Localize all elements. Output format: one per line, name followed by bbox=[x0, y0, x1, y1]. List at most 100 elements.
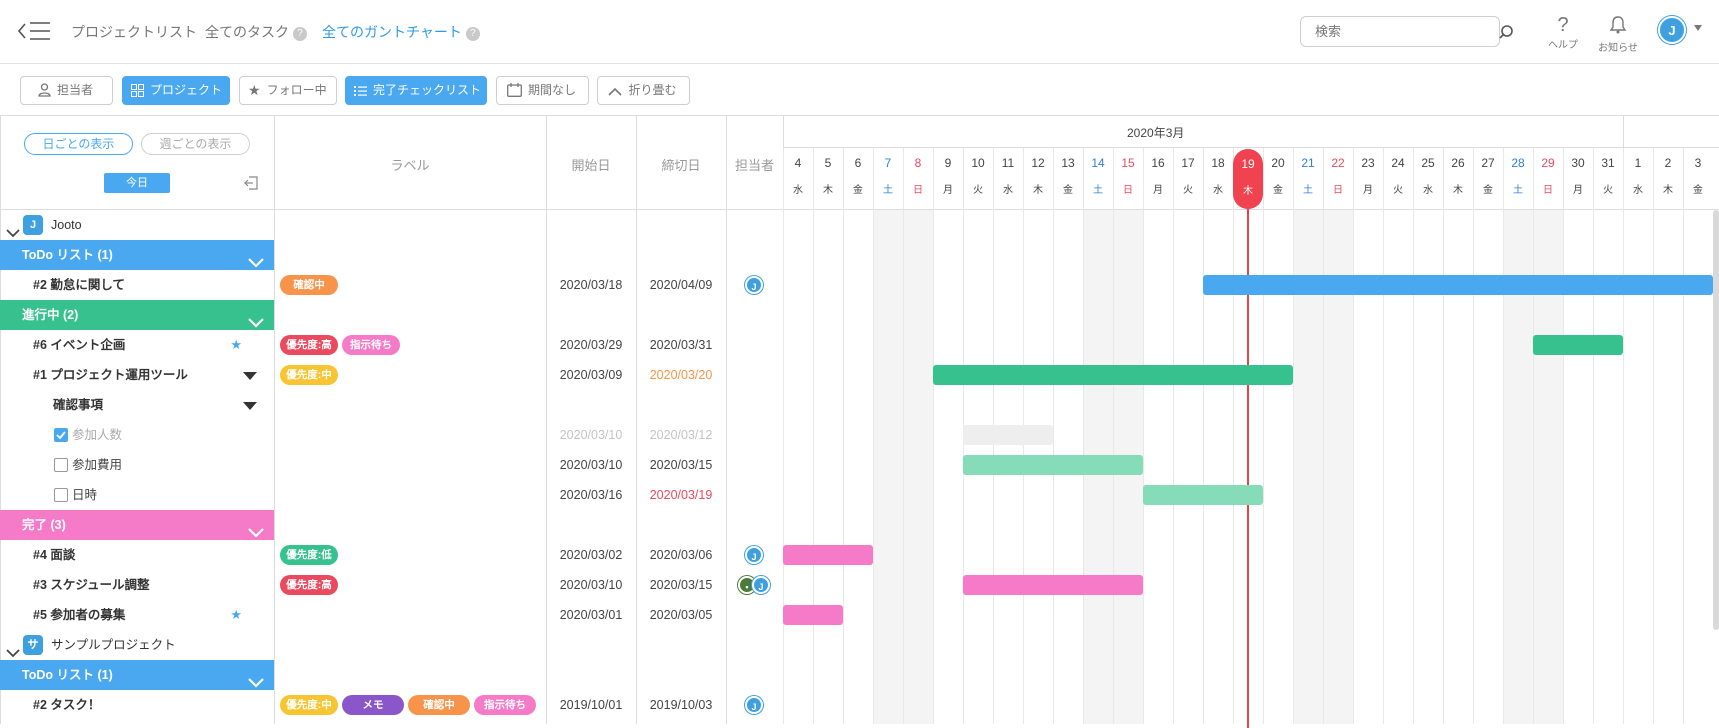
no-deadline-filter-button[interactable]: 期間なし bbox=[496, 76, 589, 105]
task-label[interactable]: 指示待ち bbox=[342, 335, 400, 355]
chevron-down-icon[interactable] bbox=[248, 519, 264, 538]
task-label[interactable]: 確認中 bbox=[408, 695, 470, 715]
project-toggle-button[interactable]: プロジェクト bbox=[122, 76, 230, 105]
task-row[interactable]: #2 勤怠に関して bbox=[0, 270, 274, 300]
list-group-header[interactable]: ToDo リスト (1) bbox=[0, 240, 274, 270]
day-number: 27 bbox=[1481, 156, 1495, 170]
help-badge-icon[interactable]: ? bbox=[465, 27, 480, 41]
search-input[interactable] bbox=[1300, 16, 1500, 47]
collapse-button[interactable]: 折り畳む bbox=[597, 76, 690, 105]
help-button[interactable]: ? ヘルプ bbox=[1538, 14, 1588, 51]
expand-triangle-icon[interactable] bbox=[243, 402, 257, 410]
assignee-avatar[interactable]: J bbox=[745, 546, 763, 564]
task-row[interactable]: #2 タスク！ bbox=[0, 690, 274, 720]
chevron-down-icon[interactable] bbox=[248, 309, 264, 328]
following-filter-button[interactable]: ★ フォロー中 bbox=[239, 76, 337, 105]
star-icon[interactable]: ★ bbox=[230, 330, 242, 360]
assignee-filter-button[interactable]: 担当者 bbox=[20, 76, 113, 105]
end-date: 2019/10/03 bbox=[649, 698, 713, 712]
person-icon bbox=[38, 80, 51, 107]
day-of-week: 火 bbox=[1393, 185, 1403, 196]
item-name: #1 プロジェクト運用ツール bbox=[33, 368, 188, 382]
gantt-bar[interactable] bbox=[963, 455, 1143, 475]
project-row[interactable]: J Jooto bbox=[0, 210, 274, 240]
notifications-button[interactable]: お知らせ bbox=[1593, 14, 1643, 54]
gantt-bar[interactable] bbox=[783, 605, 843, 625]
task-label[interactable]: 優先度:中 bbox=[280, 695, 338, 715]
nav-all-gantt[interactable]: 全てのガントチャート? bbox=[322, 22, 480, 42]
task-row[interactable]: #3 スケジュール調整 bbox=[0, 570, 274, 600]
gantt-bar[interactable] bbox=[1203, 275, 1713, 295]
task-label[interactable]: 確認中 bbox=[280, 275, 338, 295]
task-row[interactable]: #5 参加者の募集 ★ bbox=[0, 600, 274, 630]
day-of-week: 水 bbox=[1633, 185, 1643, 196]
task-label[interactable]: 優先度:高 bbox=[280, 575, 338, 595]
checklist-item[interactable]: 参加費用 bbox=[0, 450, 274, 480]
day-number: 23 bbox=[1361, 156, 1375, 170]
task-row[interactable]: #4 面談 bbox=[0, 540, 274, 570]
project-name: サンプルプロジェクト bbox=[51, 638, 176, 652]
task-row[interactable]: #6 イベント企画 ★ bbox=[0, 330, 274, 360]
done-checklist-toggle-button[interactable]: 完了チェックリスト bbox=[345, 76, 487, 105]
expand-triangle-icon[interactable] bbox=[243, 372, 257, 380]
weekly-view-button[interactable]: 週ごとの表示 bbox=[141, 133, 250, 155]
exit-panel-icon[interactable] bbox=[243, 175, 259, 191]
checkbox[interactable] bbox=[54, 428, 68, 442]
day-header: 14 土 bbox=[1083, 148, 1113, 196]
gantt-grid: 日ごとの表示 週ごとの表示 今日 ラベル 開始日 締切日 担当者 2020年3月… bbox=[0, 115, 1719, 728]
checklist-group[interactable]: 確認事項 bbox=[0, 390, 274, 420]
list-group-header[interactable]: ToDo リスト (1) bbox=[0, 660, 274, 690]
day-number: 10 bbox=[971, 156, 985, 170]
day-number: 4 bbox=[794, 156, 802, 170]
checkbox[interactable] bbox=[54, 458, 68, 472]
nav-project-list[interactable]: プロジェクトリスト bbox=[71, 22, 197, 42]
project-icon: J bbox=[23, 215, 43, 235]
star-icon[interactable]: ★ bbox=[230, 600, 242, 630]
menu-toggle-icon[interactable] bbox=[17, 20, 52, 42]
task-row[interactable]: #1 プロジェクト運用ツール bbox=[0, 360, 274, 390]
checklist-item[interactable]: 参加人数 bbox=[0, 420, 274, 450]
month-boundary bbox=[1623, 116, 1624, 148]
nav-all-tasks[interactable]: 全てのタスク? bbox=[205, 22, 307, 42]
gantt-bar[interactable] bbox=[783, 545, 873, 565]
project-toggle-label: プロジェクト bbox=[150, 83, 223, 97]
gantt-bar[interactable] bbox=[963, 575, 1143, 595]
user-menu[interactable]: J bbox=[1658, 16, 1708, 48]
list-group-header[interactable]: 完了 (3) bbox=[0, 510, 274, 540]
day-number: 11 bbox=[1001, 156, 1015, 170]
done-checklist-label: 完了チェックリスト bbox=[373, 83, 482, 97]
day-of-week: 火 bbox=[1603, 185, 1613, 196]
gantt-bar[interactable] bbox=[963, 425, 1053, 445]
help-badge-icon[interactable]: ? bbox=[293, 27, 307, 41]
task-label[interactable]: 優先度:中 bbox=[280, 365, 338, 385]
gantt-bar[interactable] bbox=[1533, 335, 1623, 355]
day-gridline bbox=[1143, 148, 1144, 724]
gantt-bar[interactable] bbox=[933, 365, 1293, 385]
daily-view-button[interactable]: 日ごとの表示 bbox=[24, 133, 133, 155]
assignee-avatar[interactable]: J bbox=[752, 576, 770, 594]
task-label[interactable]: 指示待ち bbox=[474, 695, 536, 715]
end-date: 2020/03/12 bbox=[649, 428, 713, 442]
day-gridline bbox=[1653, 148, 1654, 724]
day-of-week: 日 bbox=[1543, 185, 1553, 196]
vertical-scrollbar[interactable] bbox=[1713, 210, 1719, 630]
task-label[interactable]: 優先度:低 bbox=[280, 545, 338, 565]
checklist-item[interactable]: 日時 bbox=[0, 480, 274, 510]
day-header: 31 火 bbox=[1593, 148, 1623, 196]
assignee-avatar[interactable]: J bbox=[745, 276, 763, 294]
day-of-week: 木 bbox=[823, 185, 833, 196]
today-button[interactable]: 今日 bbox=[104, 173, 170, 193]
list-group-header[interactable]: 進行中 (2) bbox=[0, 300, 274, 330]
gantt-bar[interactable] bbox=[1143, 485, 1263, 505]
project-row[interactable]: ササンプルプロジェクト bbox=[0, 630, 274, 660]
search-icon[interactable] bbox=[1498, 24, 1514, 40]
day-of-week: 火 bbox=[1183, 185, 1193, 196]
task-label[interactable]: メモ bbox=[342, 695, 404, 715]
chevron-down-icon[interactable] bbox=[248, 249, 264, 268]
notify-label: お知らせ bbox=[1598, 43, 1638, 54]
checkbox[interactable] bbox=[54, 488, 68, 502]
task-label[interactable]: 優先度:高 bbox=[280, 335, 338, 355]
assignee-avatar[interactable]: J bbox=[745, 696, 763, 714]
chevron-down-icon[interactable] bbox=[248, 669, 264, 688]
day-number: 22 bbox=[1331, 156, 1345, 170]
